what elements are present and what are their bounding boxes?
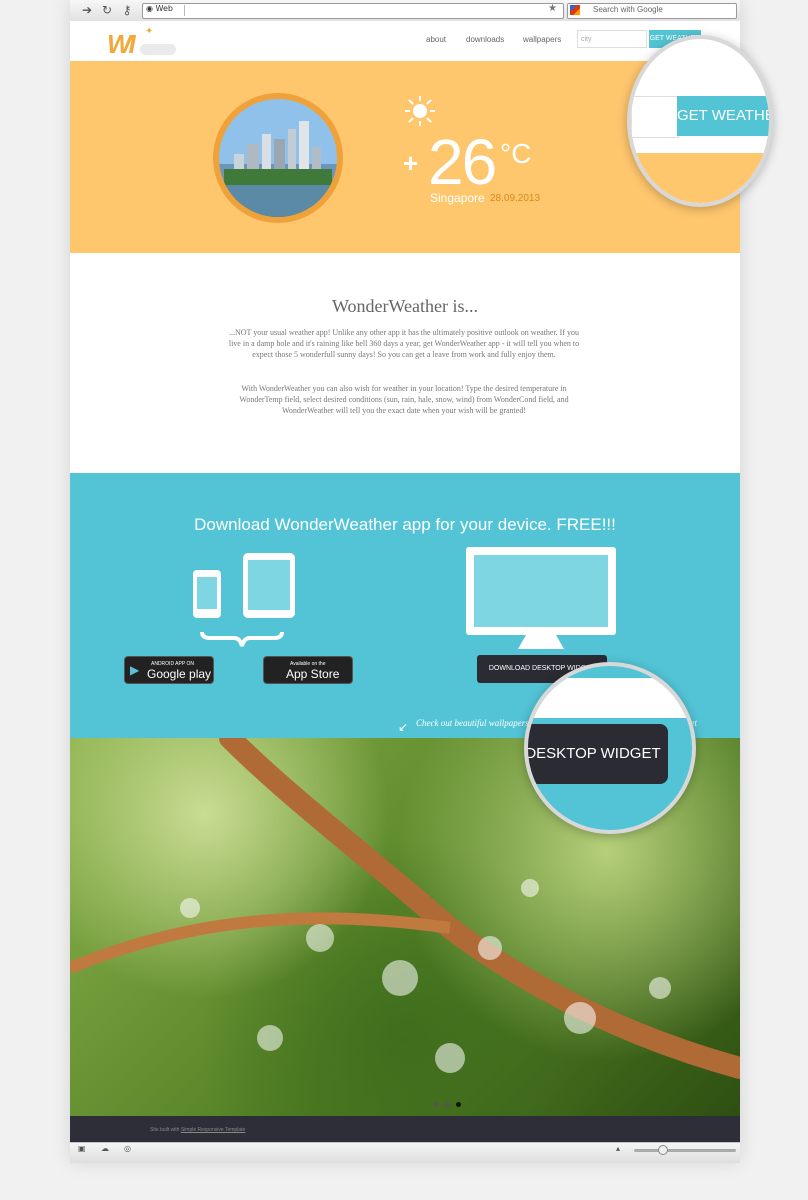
panel-icon[interactable]: ▣ — [78, 1145, 88, 1153]
about-paragraph-2: With WonderWeather you can also wish for… — [239, 384, 569, 415]
check-out-text: Check out beautiful wallpapers — [416, 718, 529, 728]
nav-wallpapers[interactable]: wallpapers — [523, 35, 561, 44]
magnifier-widget-button: DESKTOP WIDGET — [528, 724, 668, 784]
about-section — [70, 253, 740, 473]
play-icon: ▶ — [130, 663, 140, 677]
weather-date: 28.09.2013 — [490, 193, 541, 204]
city-photo — [219, 99, 337, 217]
address-bar-label-text: Web — [155, 4, 173, 13]
search-placeholder: Search with Google — [593, 5, 663, 14]
forward-icon[interactable]: ➔ — [80, 3, 94, 17]
magnifier-city-input — [631, 96, 679, 138]
slider-dot-1[interactable] — [434, 1102, 439, 1107]
city-name: Singapore — [430, 191, 485, 205]
browser-status-bar — [70, 1142, 740, 1163]
logo-badge — [140, 44, 176, 55]
reload-icon[interactable]: ↻ — [100, 3, 114, 17]
sun-icon — [405, 96, 435, 126]
skyline-image — [219, 121, 337, 217]
bookmark-star-icon[interactable]: ★ — [548, 3, 557, 14]
google-play-big-text: Google play — [147, 667, 212, 681]
address-bar-label: ◉ Web — [146, 4, 173, 13]
logo[interactable]: WI — [107, 30, 136, 58]
google-icon — [570, 5, 580, 15]
about-title: WonderWeather is... — [331, 296, 479, 316]
about-paragraph-1: ...NOT your usual weather app! Unlike an… — [228, 328, 580, 359]
zoom-slider-knob[interactable] — [658, 1145, 668, 1155]
temperature-unit: °C — [500, 138, 532, 169]
zoom-slider[interactable] — [634, 1149, 736, 1152]
cloud-icon[interactable]: ☁ — [101, 1145, 111, 1153]
nav-about[interactable]: about — [426, 35, 446, 44]
address-divider — [184, 5, 185, 16]
temperature-value: 26 — [428, 126, 497, 198]
logo-sparkle-icon: ✦ — [145, 26, 154, 37]
slider-dot-3-active[interactable] — [456, 1102, 461, 1107]
google-play-button[interactable]: ▶ ANDROID APP ON Google play — [124, 656, 214, 684]
footer-credit: Site built with Simple Responsive Templa… — [150, 1127, 245, 1133]
magnifier-hero-strip — [631, 153, 769, 203]
key-icon[interactable]: ⚷ — [120, 3, 134, 17]
city-input[interactable]: city — [577, 30, 647, 48]
address-bar[interactable] — [142, 3, 564, 19]
magnifier-desktop-widget: DESKTOP WIDGET — [524, 662, 696, 834]
slider-dot-2[interactable] — [445, 1102, 450, 1107]
download-title: Download WonderWeather app for your devi… — [194, 515, 616, 534]
nav-downloads[interactable]: downloads — [466, 35, 504, 44]
app-store-big-text: App Store — [286, 667, 340, 681]
magnifier-get-weather-button: GET WEATHER — [677, 96, 769, 136]
speed-dial-icon[interactable]: ◎ — [124, 1145, 134, 1153]
footer-template-link[interactable]: Simple Responsive Template — [181, 1127, 245, 1133]
app-store-button[interactable]: Available on the App Store — [263, 656, 353, 684]
zoom-arrow-icon[interactable]: ▴ — [616, 1145, 626, 1153]
magnifier-get-weather: GET WEATHER — [627, 35, 773, 207]
footer-credit-text: Site built with — [150, 1127, 180, 1133]
desktop-monitor-icon — [466, 547, 616, 649]
temperature-sign: + — [403, 148, 419, 178]
magnifier-monitor-edge — [528, 678, 692, 718]
curved-arrow-icon: ↙ — [398, 720, 409, 734]
mobile-devices-icon — [193, 553, 295, 647]
